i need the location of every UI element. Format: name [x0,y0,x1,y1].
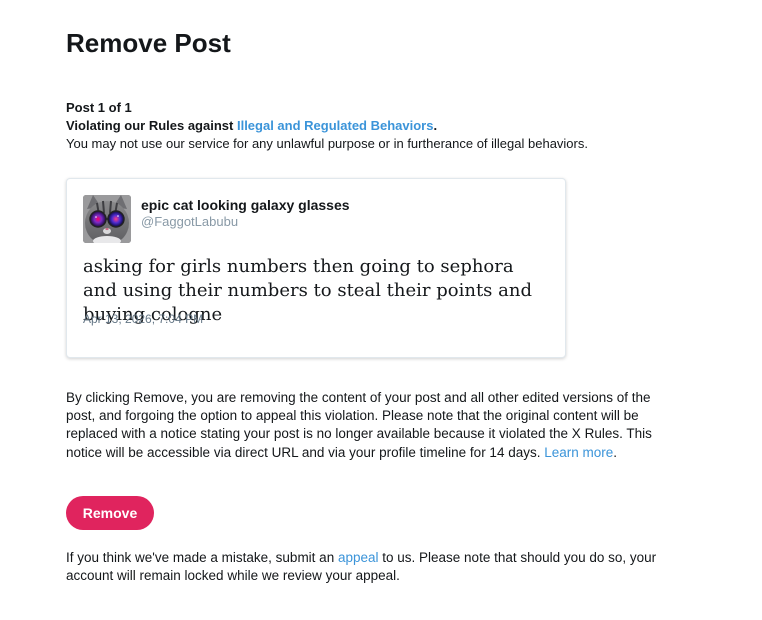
post-display-name: epic cat looking galaxy glasses [141,197,350,213]
learn-more-link[interactable]: Learn more [544,445,613,460]
violation-suffix: . [433,118,438,133]
post-count: Post 1 of 1 [66,100,132,115]
post-card: epic cat looking galaxy glasses @FaggotL… [66,178,566,358]
page-title: Remove Post [66,28,231,58]
appeal-notice: If you think we've made a mistake, submi… [66,549,686,585]
remove-button[interactable]: Remove [66,496,154,530]
removal-disclaimer: By clicking Remove, you are removing the… [66,389,666,462]
illegal-behaviors-rule-link[interactable]: Illegal and Regulated Behaviors [237,118,434,133]
learn-more-suffix: . [613,444,618,460]
post-timestamp: Apr 13, 2026, 7:04 PM [83,312,204,326]
violation-heading: Violating our Rules against Illegal and … [66,117,706,135]
post-handle: @FaggotLabubu [141,214,239,229]
violation-prefix: Violating our Rules against [66,118,237,133]
appeal-link[interactable]: appeal [338,550,379,565]
violation-intro: Post 1 of 1 Violating our Rules against … [66,99,706,153]
appeal-prefix: If you think we've made a mistake, submi… [66,550,338,565]
remove-post-page: Remove Post Post 1 of 1 Violating our Ru… [0,0,762,620]
cat-with-galaxy-glasses-avatar-icon [83,195,131,243]
violation-description: You may not use our service for any unla… [66,136,588,151]
